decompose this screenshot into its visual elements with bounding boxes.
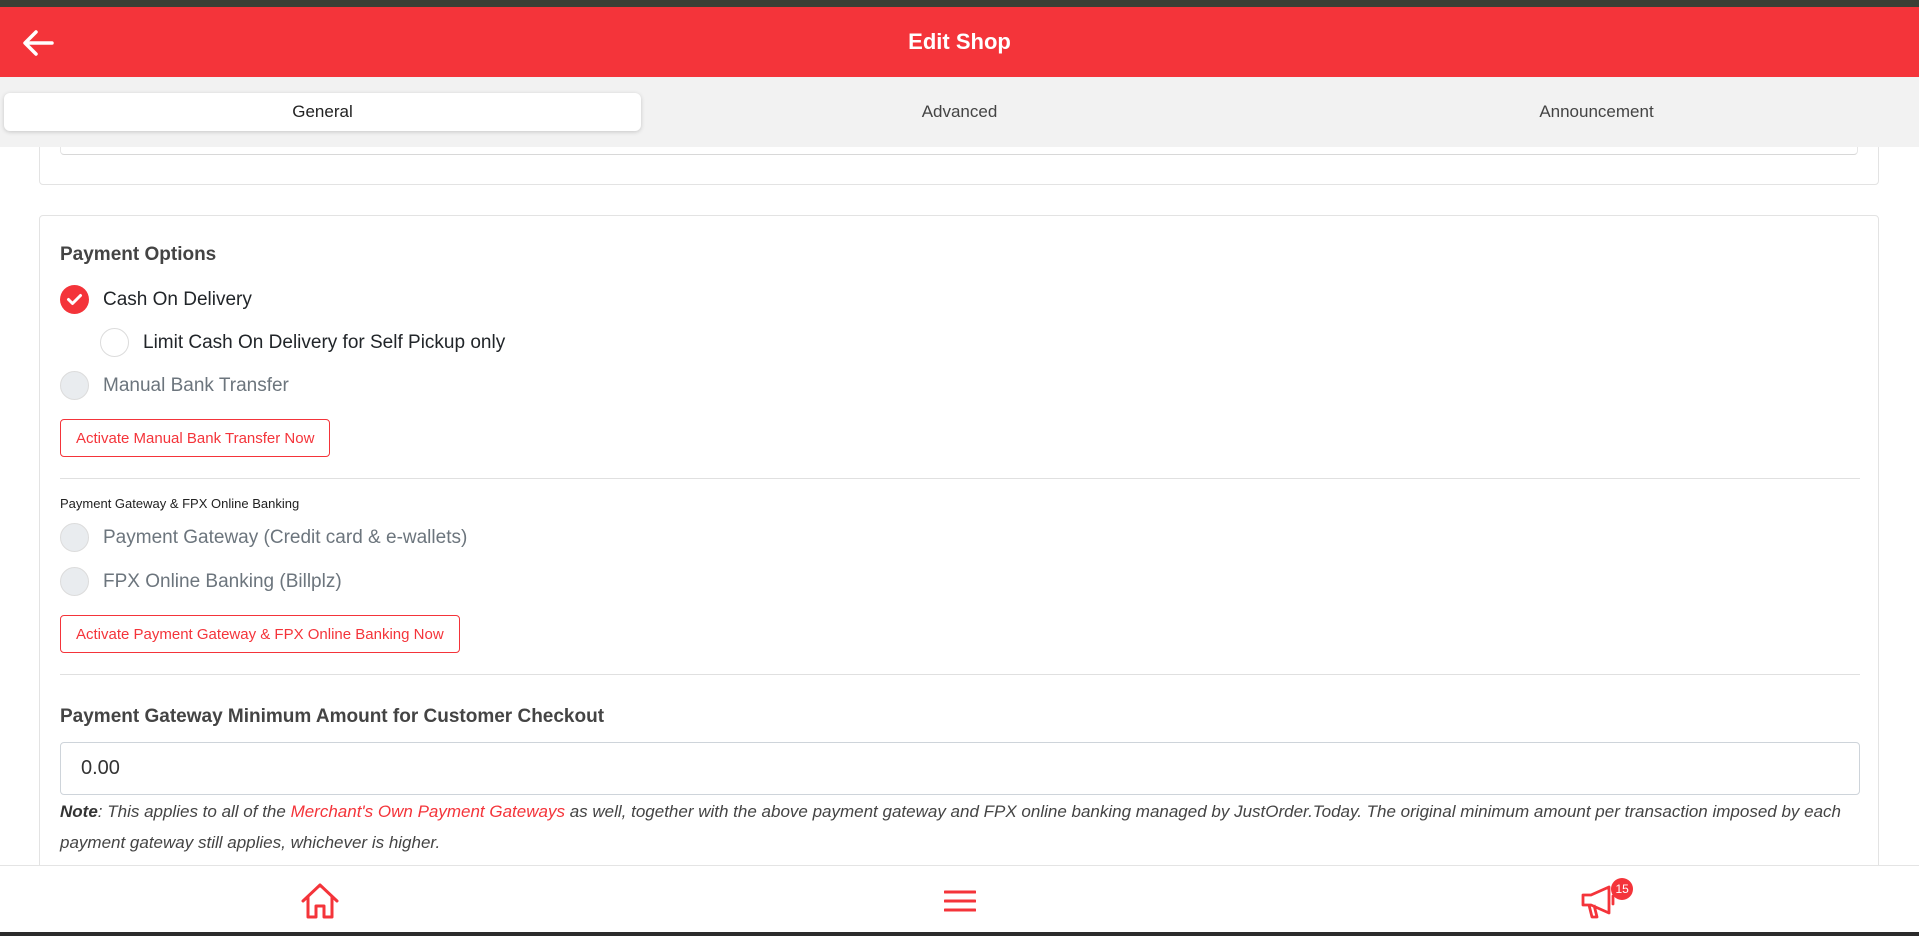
fpx-label: FPX Online Banking (Billplz) (103, 570, 342, 592)
notification-badge: 15 (1611, 877, 1634, 900)
minimum-amount-title: Payment Gateway Minimum Amount for Custo… (60, 706, 605, 727)
merchant-gateways-link[interactable]: Merchant's Own Payment Gateways (291, 802, 565, 821)
nav-announcement[interactable]: 15 (1279, 866, 1919, 937)
minimum-amount-input[interactable]: 0.00 (60, 742, 1860, 795)
bottom-nav: 15 (0, 865, 1919, 936)
divider (60, 478, 1860, 479)
scroll-content[interactable]: Payment Options Cash On Delivery Limit C… (0, 147, 1919, 865)
payment-options-card: Payment Options Cash On Delivery Limit C… (39, 215, 1879, 865)
minimum-amount-note: Note: This applies to all of the Merchan… (60, 796, 1860, 858)
cod-label: Cash On Delivery (103, 288, 252, 310)
cod-self-pickup-checkbox[interactable] (100, 328, 129, 357)
menu-icon (943, 890, 976, 912)
home-icon (301, 883, 339, 919)
app-header: Edit Shop (0, 7, 1919, 77)
previous-card (39, 147, 1879, 185)
cod-option[interactable]: Cash On Delivery (60, 285, 252, 314)
divider (60, 674, 1860, 675)
activate-manual-bank-button[interactable]: Activate Manual Bank Transfer Now (60, 419, 331, 457)
manual-bank-option: Manual Bank Transfer (60, 371, 289, 400)
activate-gateway-button[interactable]: Activate Payment Gateway & FPX Online Ba… (60, 615, 460, 653)
note-prefix: : This applies to all of the (97, 802, 291, 821)
tab-announcement[interactable]: Announcement (1278, 93, 1915, 131)
payment-gateway-option: Payment Gateway (Credit card & e-wallets… (60, 523, 467, 552)
payment-gateway-label: Payment Gateway (Credit card & e-wallets… (103, 526, 468, 548)
cod-self-pickup-option[interactable]: Limit Cash On Delivery for Self Pickup o… (100, 328, 505, 357)
cod-self-pickup-label: Limit Cash On Delivery for Self Pickup o… (143, 331, 506, 353)
previous-card-field (60, 147, 1858, 155)
nav-home[interactable] (0, 866, 640, 937)
back-button[interactable] (22, 27, 62, 59)
note-label: Note (60, 802, 98, 821)
manual-bank-label: Manual Bank Transfer (103, 374, 289, 396)
arrow-left-icon (23, 30, 54, 56)
payment-gateway-checkbox (60, 523, 89, 552)
window-bottom-strip (0, 932, 1919, 936)
tab-advanced[interactable]: Advanced (641, 93, 1278, 131)
nav-menu[interactable] (640, 866, 1280, 937)
check-icon (67, 294, 82, 305)
tab-general[interactable]: General (4, 93, 641, 131)
fpx-option: FPX Online Banking (Billplz) (60, 567, 342, 596)
gateway-section-title: Payment Gateway & FPX Online Banking (60, 496, 300, 511)
page-title: Edit Shop (908, 29, 1011, 54)
payment-options-title: Payment Options (60, 244, 217, 265)
fpx-checkbox (60, 567, 89, 596)
window-top-strip (0, 0, 1919, 7)
cod-checkbox[interactable] (60, 285, 89, 314)
manual-bank-checkbox (60, 371, 89, 400)
tab-bar: General Advanced Announcement (0, 77, 1919, 147)
